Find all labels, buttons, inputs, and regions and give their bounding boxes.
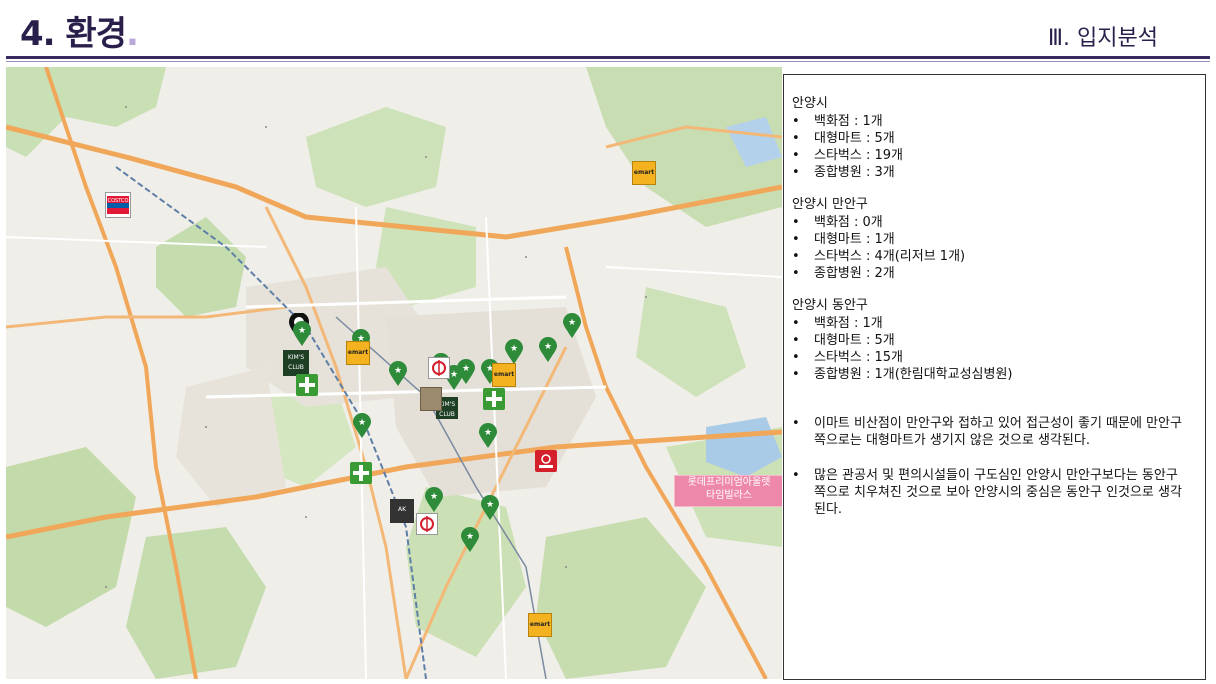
hospital-cross-icon[interactable] [350, 462, 372, 484]
svg-text:★: ★ [298, 326, 306, 336]
stat-item: 종합병원 : 1개(한림대학교성심병원) [792, 366, 1193, 383]
stats-group-anyang: 안양시 백화점 : 1개 대형마트 : 5개 스타벅스 : 19개 종합병원 :… [792, 95, 1193, 181]
starbucks-pin-icon[interactable]: ★ [478, 423, 498, 449]
stat-item: 백화점 : 1개 [792, 315, 1193, 332]
info-panel: 안양시 백화점 : 1개 대형마트 : 5개 스타벅스 : 19개 종합병원 :… [783, 74, 1206, 680]
stat-item: 스타벅스 : 19개 [792, 147, 1193, 164]
stat-item: 종합병원 : 3개 [792, 164, 1193, 181]
hospital-cross-icon[interactable] [296, 374, 318, 396]
svg-text:★: ★ [394, 366, 402, 376]
info-panel-content: 안양시 백화점 : 1개 대형마트 : 5개 스타벅스 : 19개 종합병원 :… [792, 95, 1193, 536]
analysis-note: 많은 관공서 및 편의시설들이 구도심인 안양시 만안구보다는 동안구 쪽으로 … [792, 467, 1193, 518]
homeplus-logo-graphic [432, 360, 446, 376]
stat-item: 대형마트 : 5개 [792, 332, 1193, 349]
lotte-mart-logo-icon[interactable] [535, 450, 557, 472]
department-store-icon[interactable] [420, 387, 442, 411]
svg-text:★: ★ [544, 342, 552, 352]
svg-text:★: ★ [510, 344, 518, 354]
svg-text:★: ★ [568, 318, 576, 328]
homeplus-logo-icon[interactable] [428, 357, 450, 379]
starbucks-pin-icon[interactable]: ★ [456, 359, 476, 385]
lotte-mart-logo-graphic [539, 454, 553, 468]
emart-logo-icon[interactable]: emart [528, 613, 552, 637]
callout-line-2: 타임빌라스 [706, 490, 752, 501]
starbucks-pin-icon[interactable]: ★ [504, 339, 524, 365]
starbucks-pin-icon[interactable]: ★ [538, 337, 558, 363]
svg-text:★: ★ [466, 532, 474, 542]
homeplus-logo-graphic [420, 516, 434, 532]
svg-text:★: ★ [484, 428, 492, 438]
section-label: Ⅲ. 입지분석 [1047, 26, 1158, 51]
svg-text:★: ★ [358, 418, 366, 428]
header-rule [6, 56, 1210, 59]
stat-item: 백화점 : 0개 [792, 214, 1193, 231]
stat-item: 대형마트 : 5개 [792, 130, 1193, 147]
kims-club-logo-icon[interactable]: KIM'S CLUB [283, 350, 309, 376]
starbucks-pin-icon[interactable]: ★ [480, 495, 500, 521]
emart-logo-icon[interactable]: emart [346, 341, 370, 365]
starbucks-pin-icon[interactable]: ★ [352, 413, 372, 439]
starbucks-pin-icon[interactable]: ★ [292, 321, 312, 347]
stat-item: 종합병원 : 2개 [792, 265, 1193, 282]
lotte-outlet-callout[interactable]: 롯데프리미엄아울렛 타임빌라스 [674, 475, 782, 507]
emart-logo-icon[interactable]: emart [632, 161, 656, 185]
stat-item: 백화점 : 1개 [792, 113, 1193, 130]
stats-group-dongan: 안양시 동안구 백화점 : 1개 대형마트 : 5개 스타벅스 : 15개 종합… [792, 297, 1193, 383]
group-title: 안양시 [792, 96, 828, 111]
costco-logo-graphic: COSTCO [107, 196, 129, 214]
emart-logo-icon[interactable]: emart [492, 363, 516, 387]
map[interactable]: ★ ★ ★ ★ ★ ★ ★ ★ ★ ★ ★ ★ ★ ★ ★ emart emar… [6, 67, 782, 679]
callout-line-1: 롯데프리미엄아울렛 [687, 477, 771, 488]
analysis-notes: 이마트 비산점이 만안구와 접하고 있어 접근성이 좋기 때문에 만안구 쪽으로… [792, 415, 1193, 518]
homeplus-logo-icon[interactable] [416, 513, 438, 535]
starbucks-pin-icon[interactable]: ★ [562, 313, 582, 339]
page-title: 4. 환경. [20, 14, 139, 54]
starbucks-pin-icon[interactable]: ★ [388, 361, 408, 387]
ak-plaza-logo-icon[interactable]: AK [390, 499, 414, 523]
hospital-cross-icon[interactable] [483, 388, 505, 410]
svg-text:★: ★ [430, 492, 438, 502]
stat-item: 스타벅스 : 15개 [792, 349, 1193, 366]
stat-item: 대형마트 : 1개 [792, 231, 1193, 248]
starbucks-pin-icon[interactable]: ★ [460, 527, 480, 553]
starbucks-pin-icon[interactable]: ★ [424, 487, 444, 513]
stats-group-manan: 안양시 만안구 백화점 : 0개 대형마트 : 1개 스타벅스 : 4개(리저브… [792, 196, 1193, 282]
title-dot: . [125, 14, 139, 54]
group-title: 안양시 만안구 [792, 197, 868, 212]
svg-text:★: ★ [486, 500, 494, 510]
group-title: 안양시 동안구 [792, 298, 868, 313]
costco-logo-text: COSTCO [108, 198, 129, 204]
costco-logo-icon[interactable]: COSTCO [105, 192, 131, 218]
svg-text:★: ★ [462, 364, 470, 374]
analysis-note: 이마트 비산점이 만안구와 접하고 있어 접근성이 좋기 때문에 만안구 쪽으로… [792, 415, 1193, 449]
slide: 4. 환경. Ⅲ. 입지분석 ★ ★ ★ ★ ★ ★ ★ ★ ★ ★ ★ ★ ★… [0, 0, 1216, 684]
stat-item: 스타벅스 : 4개(리저브 1개) [792, 248, 1193, 265]
header-rule-thin [6, 61, 1210, 62]
